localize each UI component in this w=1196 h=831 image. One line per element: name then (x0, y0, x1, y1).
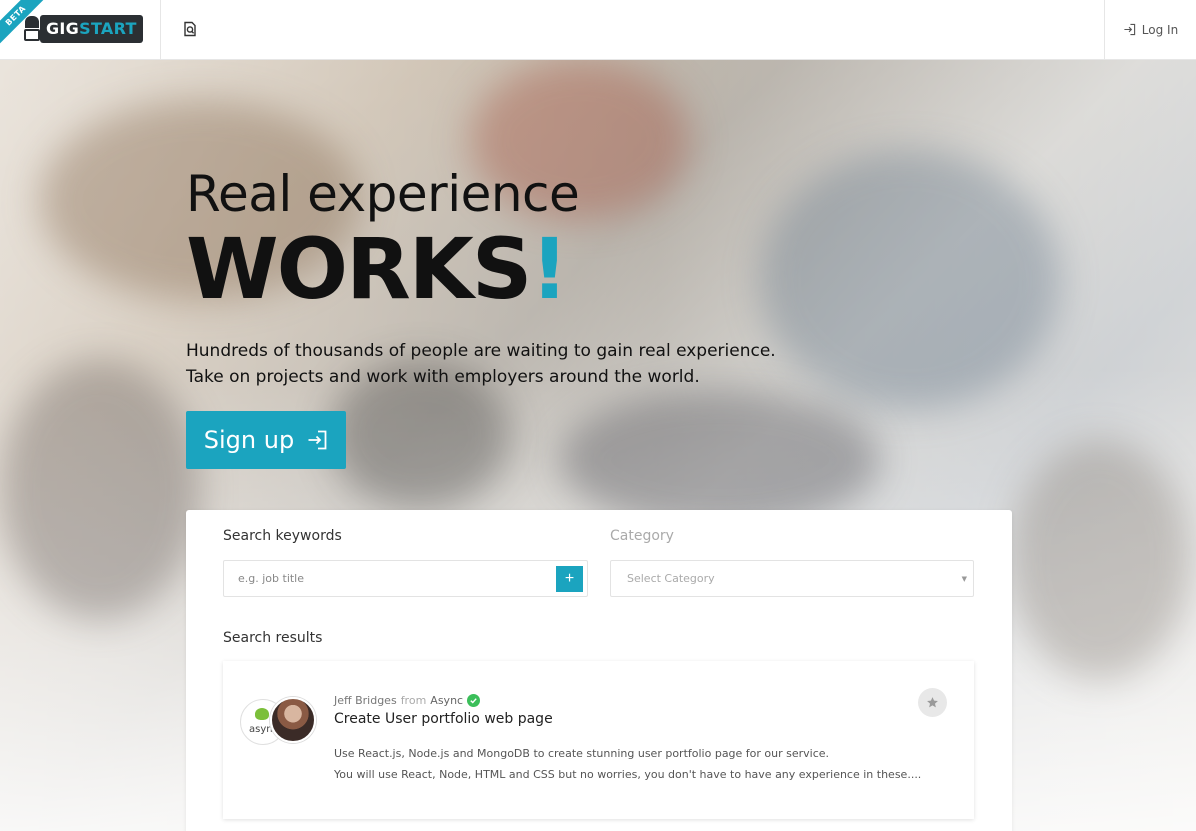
result-description: Use React.js, Node.js and MongoDB to cre… (334, 743, 921, 785)
logo-text-start: START (79, 19, 137, 38)
login-icon (1124, 23, 1135, 36)
top-navbar: BETA GIG START Log In (0, 0, 1196, 60)
result-company[interactable]: Async (430, 694, 463, 707)
logo-wordmark: GIG START (40, 14, 143, 43)
login-button[interactable]: Log In (1104, 0, 1196, 59)
login-label: Log In (1141, 22, 1179, 37)
hero-headline-accent: ! (530, 220, 568, 318)
add-keyword-button[interactable]: + (556, 566, 583, 592)
favorite-button[interactable] (918, 688, 947, 717)
hero-subtext-line1: Hundreds of thousands of people are wait… (186, 341, 776, 361)
brand-area: BETA GIG START (0, 0, 161, 59)
search-file-icon[interactable] (182, 21, 198, 37)
logo-mascot-icon (24, 14, 40, 43)
category-label: Category (610, 528, 674, 544)
result-description-line2: You will use React, Node, HTML and CSS b… (334, 768, 922, 781)
logo-text-gig: GIG (46, 19, 80, 38)
search-keywords-field: + (223, 560, 588, 597)
search-panel: Search keywords Category + Select Catego… (186, 510, 1012, 831)
result-from-word: from (400, 694, 427, 707)
result-meta: Jeff Bridges from Async (334, 694, 481, 707)
chevron-down-icon: ▼ (961, 575, 967, 583)
hero-headline-works: WORKS (186, 220, 532, 318)
star-icon (927, 697, 938, 708)
result-author[interactable]: Jeff Bridges (334, 694, 397, 707)
hero-section: Real experience WORKS! Hundreds of thous… (0, 60, 1196, 831)
hero-headline-line2: WORKS! (186, 220, 569, 318)
category-select[interactable]: Select Category ▼ (610, 560, 974, 597)
verified-check-icon (467, 694, 481, 707)
hero-headline-line1: Real experience (186, 165, 580, 223)
search-keywords-label: Search keywords (223, 528, 342, 544)
category-select-value: Select Category (627, 572, 715, 585)
result-description-line1: Use React.js, Node.js and MongoDB to cre… (334, 747, 830, 760)
company-leaf-icon (255, 708, 269, 720)
result-title[interactable]: Create User portfolio web page (334, 711, 553, 727)
signup-arrow-icon (308, 430, 327, 450)
hero-subtext: Hundreds of thousands of people are wait… (186, 338, 776, 390)
plus-icon: + (564, 570, 575, 587)
gigstart-logo[interactable]: GIG START (24, 14, 143, 43)
signup-label: Sign up (203, 426, 295, 454)
hero-subtext-line2: Take on projects and work with employers… (186, 367, 700, 387)
search-results-label: Search results (223, 630, 323, 646)
result-card[interactable]: async Jeff Bridges from Async Create Use… (223, 661, 974, 819)
user-avatar (270, 697, 316, 743)
search-keywords-input[interactable] (224, 561, 554, 596)
signup-button[interactable]: Sign up (186, 411, 346, 469)
